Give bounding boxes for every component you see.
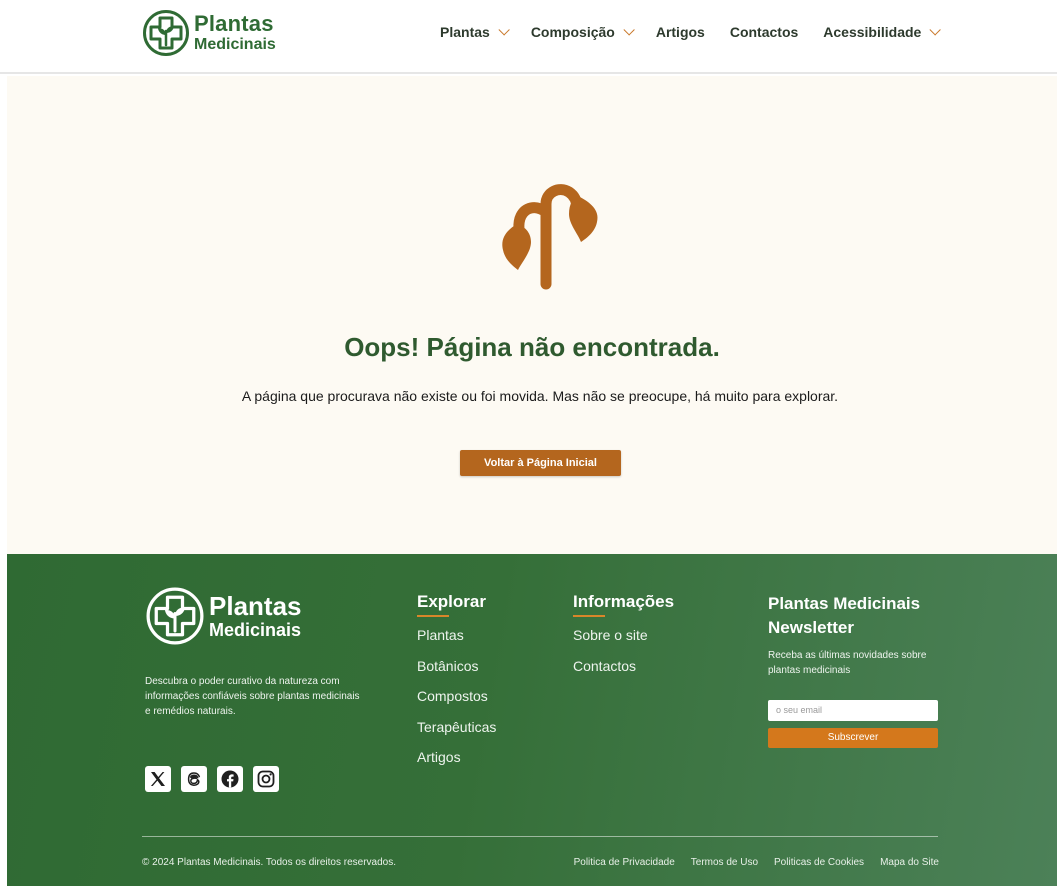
footer-logo-subtitle: Medicinais [209,620,302,640]
footer-link-contactos[interactable]: Contactos [573,658,674,689]
cookies-policy-link[interactable]: Politicas de Cookies [774,857,864,868]
nav-item-label: Acessibilidade [823,24,922,40]
footer-explore-heading: Explorar [417,592,486,611]
nav-item-label: Contactos [729,24,799,40]
site-footer: Plantas Medicinais Descubra o poder cura… [7,554,1057,886]
footer-link-compostos[interactable]: Compostos [417,688,496,719]
footer-link-terapeuticas[interactable]: Terapêuticas [417,719,496,750]
site-logo[interactable]: Plantas Medicinais [142,9,276,57]
sitemap-link[interactable]: Mapa do Site [880,857,939,868]
social-links [145,766,289,792]
nav-item-composicao[interactable]: Composição [530,24,635,40]
privacy-policy-link[interactable]: Politica de Privacidade [574,857,675,868]
footer-logo[interactable]: Plantas Medicinais [145,586,302,646]
footer-link-artigos[interactable]: Artigos [417,749,496,780]
chevron-down-icon [623,24,635,36]
footer-link-plantas[interactable]: Plantas [417,627,496,658]
newsletter-email-input[interactable] [768,699,938,721]
facebook-icon[interactable] [217,766,243,792]
main-nav: Plantas Composição Artigos Contactos Ace… [440,24,942,40]
nav-item-label: Composição [530,24,615,40]
newsletter-block: Plantas Medicinais Newsletter Receba as … [768,592,938,748]
nav-item-plantas[interactable]: Plantas [440,24,510,40]
subscribe-button[interactable]: Subscrever [768,727,938,748]
newsletter-text: Receba as últimas novidades sobre planta… [768,649,927,676]
logo-title: Plantas [194,11,274,36]
site-header: Plantas Medicinais Plantas Composição Ar… [0,0,1057,74]
chevron-down-icon [498,24,510,36]
nav-item-label: Artigos [655,24,705,40]
copyright-text: © 2024 Plantas Medicinais. Todos os dire… [142,857,396,868]
threads-icon[interactable] [181,766,207,792]
nav-item-artigos[interactable]: Artigos [656,24,705,40]
footer-link-botanicos[interactable]: Botânicos [417,658,496,689]
footer-divider [142,836,938,837]
instagram-icon[interactable] [253,766,279,792]
terms-link[interactable]: Termos de Uso [691,857,758,868]
logo-cross-leaf-icon [143,10,189,56]
page-message: A página que procurava não existe ou foi… [241,388,839,404]
footer-info-column: Informações Sobre o site Contactos [573,592,674,688]
x-icon[interactable] [145,766,171,792]
footer-description: Descubra o poder curativo da natureza co… [145,676,360,717]
nav-item-acessibilidade[interactable]: Acessibilidade [823,24,942,40]
footer-explore-column: Explorar Plantas Botânicos Compostos Ter… [417,592,496,780]
footer-logo-title: Plantas [209,591,302,621]
nav-item-contactos[interactable]: Contactos [730,24,798,40]
logo-cross-leaf-icon [146,587,204,645]
legal-links: Politica de Privacidade Termos de Uso Po… [558,857,939,868]
chevron-down-icon [929,24,942,36]
nav-item-label: Plantas [440,24,490,40]
footer-info-heading: Informações [573,592,675,611]
page-title: Oops! Página não encontrada. [344,332,720,362]
heading-underline [417,615,449,617]
sprout-icon [502,184,598,290]
not-found-section: Oops! Página não encontrada. A página qu… [7,76,1057,554]
back-home-button[interactable]: Voltar à Página Inicial [460,450,621,476]
footer-link-sobre[interactable]: Sobre o site [573,627,674,658]
heading-underline [573,615,605,617]
newsletter-heading: Plantas Medicinais Newsletter [768,594,921,637]
logo-subtitle: Medicinais [194,36,276,53]
